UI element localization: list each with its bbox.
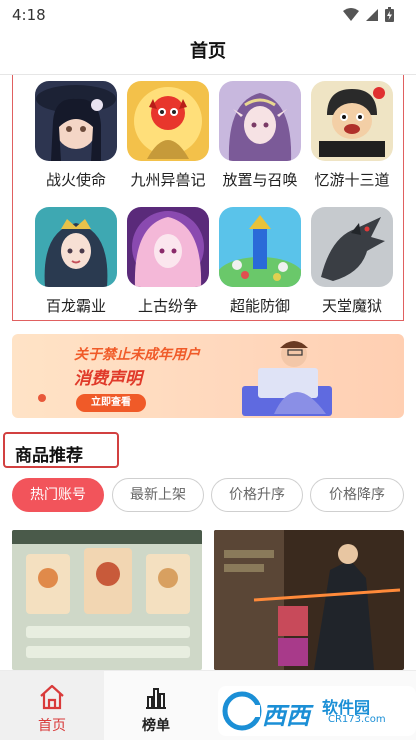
game-item[interactable]: 忆游十三道 [307,81,397,190]
page-title: 首页 [190,41,226,62]
game-name: 九州异兽记 [130,171,206,189]
minor-consumption-banner[interactable]: 关于禁止未成年用户 消费声明 立即查看 [12,334,404,418]
tab-home[interactable]: 首页 [0,671,104,740]
signal-icon [366,8,378,21]
product-card[interactable] [12,530,202,670]
game-icon[interactable] [311,81,393,161]
game-icon[interactable] [219,81,301,161]
product-card[interactable] [214,530,404,670]
battery-icon [385,7,394,22]
games-grid: 战火使命 九州异兽记 放置与召唤 忆游十三道 百龙霸业 上古纷争 超能防御 天堂… [12,75,404,321]
game-name: 天堂魔狱 [321,297,382,315]
banner-illustration [38,341,332,416]
status-icons [343,7,394,22]
game-name: 放置与召唤 [222,171,298,189]
game-name: 百龙霸业 [45,297,106,315]
game-icon[interactable] [311,207,393,287]
wifi-icon [343,7,359,21]
game-icon[interactable] [127,81,209,161]
site-watermark: 西西 软件园 CR173.com [218,686,416,736]
game-icon[interactable] [219,207,301,287]
section-title-box: 商品推荐 [3,432,119,468]
filter-price-asc[interactable]: 价格升序 [211,478,303,512]
game-icon[interactable] [127,207,209,287]
banner-line2: 消费声明 [74,369,142,389]
filter-newest[interactable]: 最新上架 [112,478,204,512]
game-item[interactable]: 超能防御 [215,207,305,316]
game-item[interactable]: 九州异兽记 [123,81,213,190]
game-name: 忆游十三道 [314,171,390,189]
game-icon[interactable] [35,207,117,287]
tab-ranking-label: 榜单 [142,718,170,734]
banner-line1: 关于禁止未成年用户 [74,347,200,363]
chart-icon [146,688,166,709]
game-item[interactable]: 天堂魔狱 [307,207,397,316]
game-name: 上古纷争 [137,297,198,315]
game-item[interactable]: 放置与召唤 [215,81,305,190]
status-time: 4:18 [12,6,46,24]
watermark-text-xixi: 西西 [262,702,310,730]
watermark-logo-icon [222,691,262,731]
section-title: 商品推荐 [15,446,83,466]
game-name: 战火使命 [45,171,106,189]
title-bar: 首页 [0,30,416,74]
watermark-text-domain: CR173.com [328,714,386,725]
banner-view-button[interactable]: 立即查看 [76,394,146,412]
game-name: 超能防御 [229,297,290,315]
filter-hot-accounts[interactable]: 热门账号 [12,478,104,512]
game-item[interactable]: 上古纷争 [123,207,213,316]
filter-price-desc[interactable]: 价格降序 [310,478,404,512]
game-icon[interactable] [35,81,117,161]
status-bar: 4:18 [0,0,416,30]
tab-home-label: 首页 [38,718,66,734]
game-item[interactable]: 战火使命 [31,81,121,190]
home-icon [40,684,64,710]
tab-ranking[interactable]: 榜单 [104,671,208,740]
game-item[interactable]: 百龙霸业 [31,207,121,316]
